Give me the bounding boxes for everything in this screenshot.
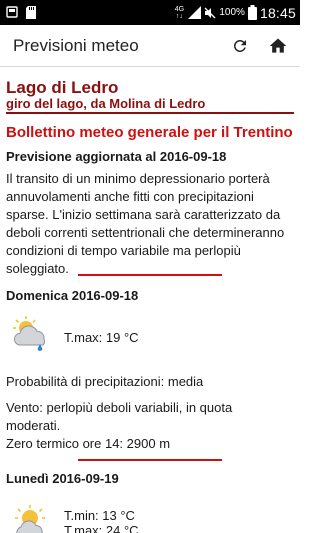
notification-app-icon (6, 6, 18, 18)
section-divider (78, 274, 222, 276)
cloud-sun-rain-icon (13, 316, 45, 351)
sun-cloud-icon (15, 505, 45, 533)
freezing-level: Zero termico ore 14: 2900 m (6, 436, 171, 451)
refresh-icon (233, 39, 246, 52)
bulletin-updated: Previsione aggiornata al 2016-09-18 (6, 149, 227, 164)
home-button[interactable] (266, 34, 290, 58)
bulletin-title: Bollettino meteo generale per il Trentin… (6, 124, 293, 141)
forecast-content[interactable]: Lago di Ledro giro del lago, da Molina d… (0, 67, 300, 533)
location-name: Lago di Ledro (6, 78, 119, 97)
day-tmin: T.min: 13 °C (64, 508, 135, 523)
battery-percent: 100% (219, 7, 245, 18)
app-bar: Previsioni meteo (0, 25, 300, 67)
day-tmax: T.max: 19 °C (64, 330, 139, 345)
day-tmax: T.max: 24 °C (64, 523, 139, 533)
wind-info: Vento: perlopiù deboli variabili, in quo… (6, 400, 233, 433)
signal-icon (188, 6, 202, 19)
day-date: Lunedì 2016-09-19 (6, 471, 119, 486)
home-icon (269, 38, 287, 53)
precipitation-probability: Probabilità di precipitazioni: media (6, 374, 204, 389)
location-divider (6, 112, 294, 114)
location-route: giro del lago, da Molina di Ledro (6, 96, 206, 111)
bulletin-text: Il transito di un minimo depressionario … (6, 171, 285, 276)
clock: 18:45 (259, 4, 296, 21)
section-divider (78, 459, 222, 461)
day-date: Domenica 2016-09-18 (6, 288, 139, 303)
app-title: Previsioni meteo (13, 36, 139, 55)
refresh-button[interactable] (228, 34, 252, 58)
status-bar: 4G ↑↓ 100% 18:45 (0, 0, 300, 25)
network-type: 4G ↑↓ (174, 5, 185, 20)
battery-icon (247, 5, 257, 20)
sd-card-icon (26, 5, 36, 19)
mute-icon (204, 7, 216, 18)
